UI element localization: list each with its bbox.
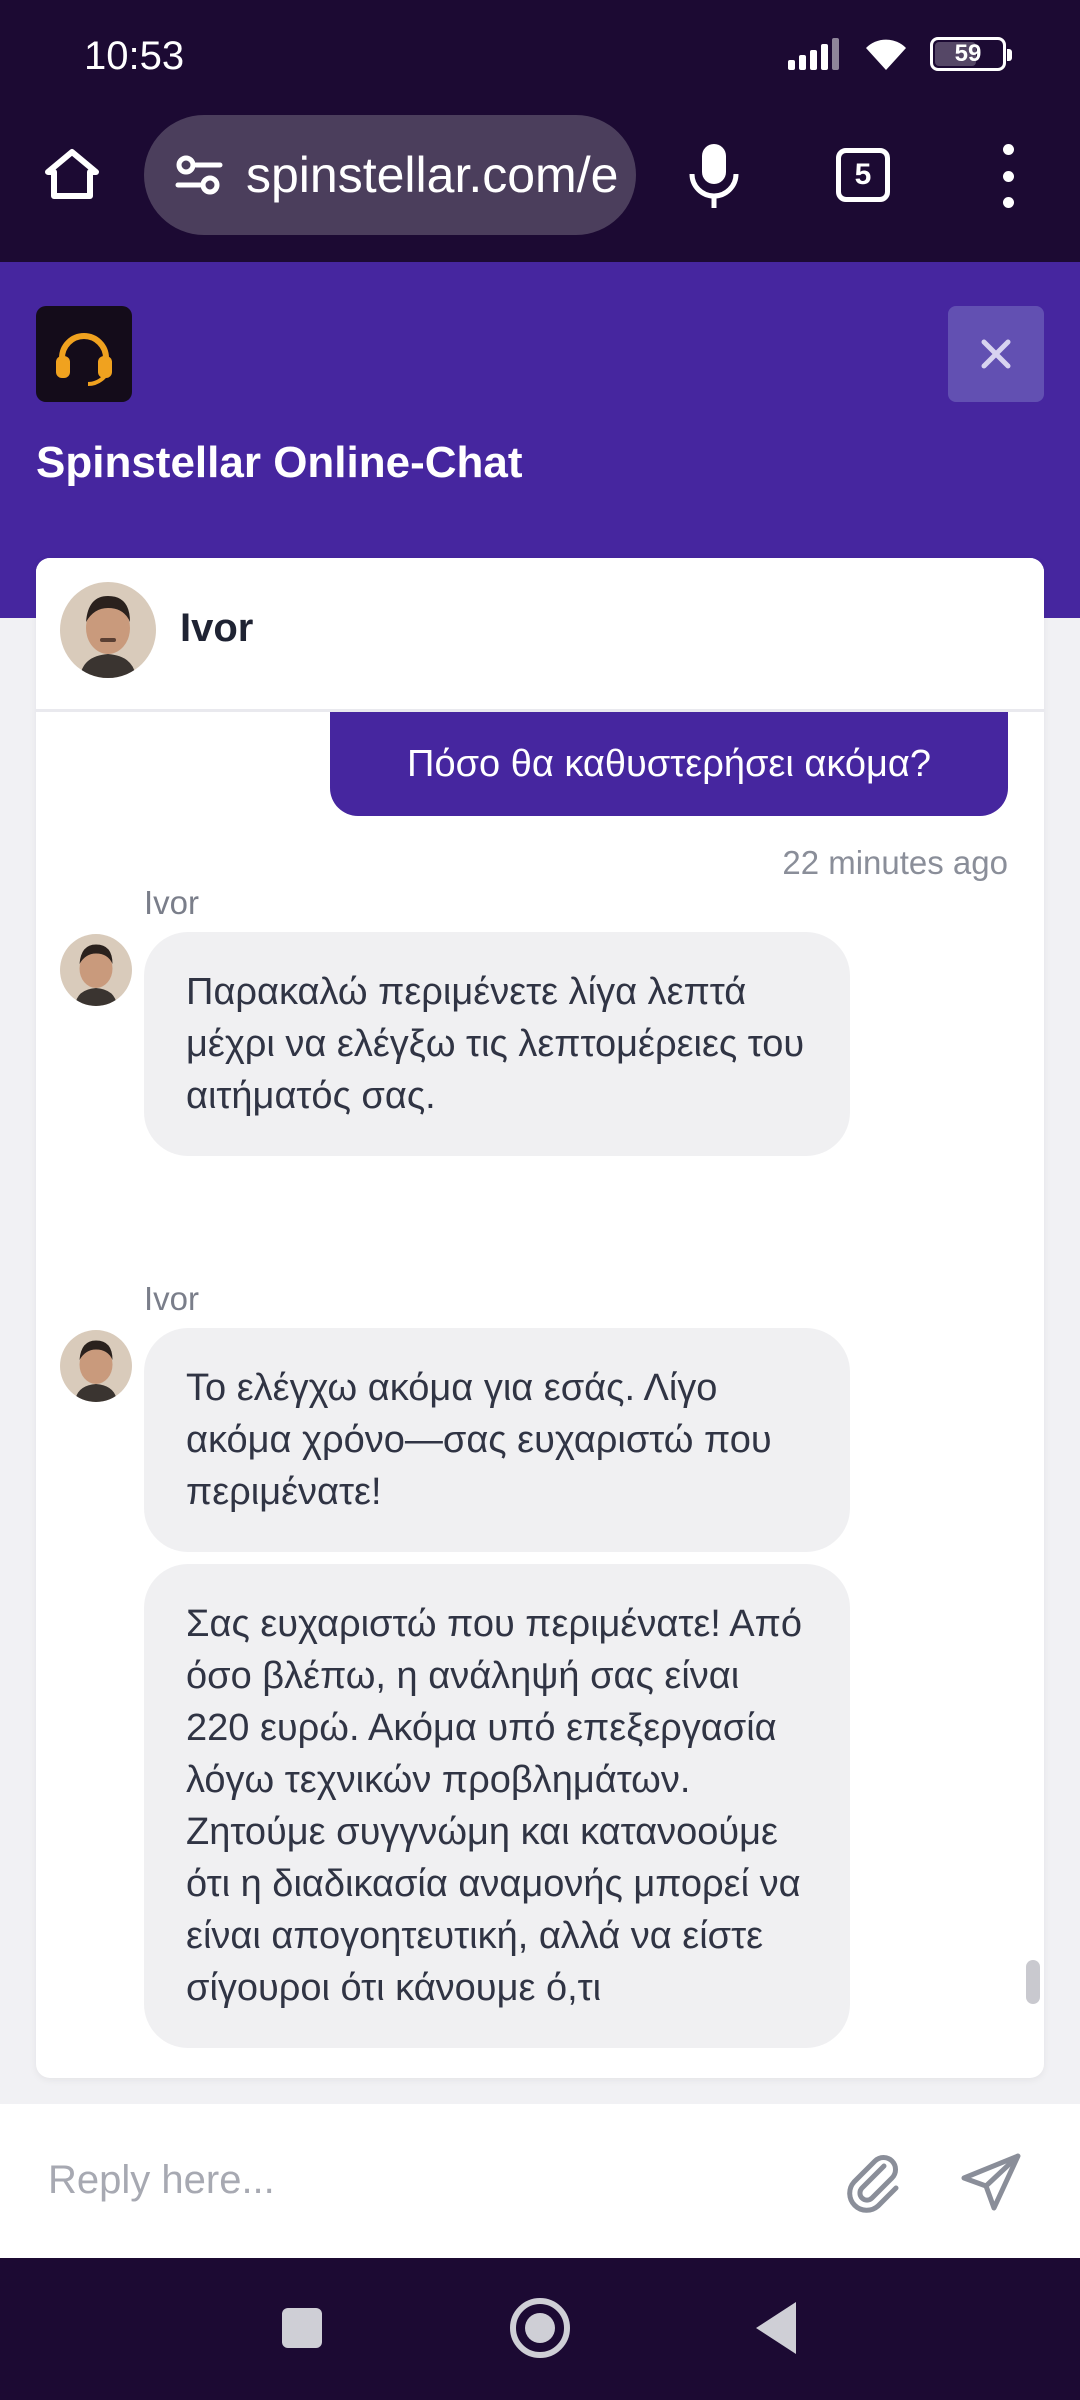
wifi-icon (866, 39, 906, 70)
agent-message: Σας ευχαριστώ που περιμένατε! Από όσο βλ… (144, 1564, 850, 2048)
home-nav-icon[interactable] (510, 2298, 570, 2358)
message-timestamp: 22 minutes ago (782, 844, 1008, 881)
sender-label: Ivor (144, 1280, 200, 1317)
sender-label: Ivor (144, 884, 200, 921)
agent-name: Ivor (180, 606, 254, 650)
recent-apps-icon[interactable] (282, 2308, 322, 2348)
signal-icon (788, 38, 842, 70)
url-text[interactable]: spinstellar.com/e (246, 146, 618, 204)
agent-message: Παρακαλώ περιμένετε λίγα λεπτά μέχρι να … (144, 932, 850, 1156)
battery-icon: 59 (930, 37, 1012, 71)
agent-avatar (60, 582, 156, 678)
reply-input[interactable] (48, 2148, 808, 2212)
status-icons: 59 (788, 36, 1012, 72)
back-icon[interactable] (756, 2302, 796, 2354)
system-nav-bar (0, 2258, 1080, 2400)
message-list[interactable]: Πόσο θα καθυστερήσει ακόμα? 22 minutes a… (36, 712, 1044, 2078)
agent-message: Το ελέγχω ακόμα για εσάς. Λίγο ακόμα χρό… (144, 1328, 850, 1552)
attach-button[interactable] (840, 2148, 908, 2216)
agent-avatar-small (60, 1330, 132, 1402)
voice-search-button[interactable] (686, 140, 742, 212)
paperclip-icon (847, 2155, 899, 2213)
scrollbar-thumb[interactable] (1026, 1960, 1040, 2004)
send-icon (961, 2153, 1021, 2211)
reply-bar (0, 2104, 1080, 2258)
browser-chrome: 10:53 59 spinstellar.com/e 5 (0, 0, 1080, 262)
mic-icon (689, 144, 739, 208)
site-settings-icon[interactable] (174, 153, 224, 197)
support-logo (36, 306, 132, 402)
more-menu-button[interactable] (996, 144, 1020, 208)
home-icon (45, 149, 99, 199)
headset-icon (56, 333, 112, 386)
close-icon (981, 339, 1011, 369)
status-time: 10:53 (84, 34, 185, 78)
chat-window: Ivor Πόσο θα καθυστερήσει ακόμα? 22 minu… (36, 558, 1044, 2078)
close-chat-button[interactable] (948, 306, 1044, 402)
send-button[interactable] (958, 2148, 1026, 2216)
home-button[interactable] (36, 138, 108, 210)
battery-level: 59 (954, 40, 982, 67)
address-bar[interactable]: spinstellar.com/e (144, 115, 636, 235)
user-message: Πόσο θα καθυστερήσει ακόμα? (330, 712, 1008, 816)
agent-avatar-small (60, 934, 132, 1006)
more-vert-icon (1002, 144, 1014, 155)
chat-title: Spinstellar Online-Chat (36, 438, 523, 487)
tabs-count-button[interactable]: 5 (836, 148, 890, 202)
agent-info-bar: Ivor (36, 558, 1044, 712)
